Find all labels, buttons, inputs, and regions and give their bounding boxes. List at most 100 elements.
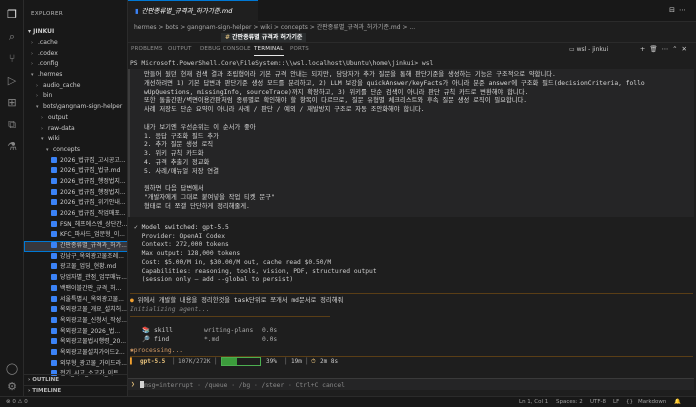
tree-item-label: bots\gangnam-sign-helper <box>43 103 123 111</box>
tree-item-label: .hermes <box>38 71 63 79</box>
tree-folder[interactable]: › audio_cache <box>24 81 127 92</box>
tree-file[interactable]: 옥외광고물_신청서_작성... <box>24 316 127 327</box>
tree-file[interactable]: 옥외광고물법시행령_20... <box>24 337 127 348</box>
tree-item-label: 2026_법규집_법규.md <box>60 167 121 175</box>
more-actions-icon[interactable]: ⋯ <box>679 6 690 14</box>
tree-file[interactable]: 백팬이블간판_규격_허... <box>24 284 127 295</box>
line-ending[interactable]: LF <box>613 397 619 407</box>
panel-actions[interactable]: +🗑⋯⌃✕ <box>640 45 691 53</box>
tree-file[interactable]: 2026_법규집_위기안내... <box>24 198 127 209</box>
extensions-icon[interactable]: ⊞ <box>5 96 19 110</box>
terminal[interactable]: PS Microsoft.PowerShell.Core\FileSystem:… <box>128 57 696 396</box>
markdown-file-icon <box>51 316 57 323</box>
tree-file[interactable]: 2026_법규집_행정법지... <box>24 188 127 199</box>
tab-problems[interactable]: PROBLEMS <box>131 45 163 56</box>
tree-folder[interactable]: › .codex <box>24 49 127 60</box>
status-percent: 39% <box>266 358 277 365</box>
markdown-file-icon <box>51 263 57 270</box>
tree-file[interactable]: 서울특별시_옥외광고물... <box>24 295 127 306</box>
remote-icon[interactable]: ⧉ <box>5 118 19 132</box>
tree-folder[interactable]: › .cache <box>24 38 127 49</box>
tree-file[interactable]: KFC_파사드_업문형_이... <box>24 230 127 241</box>
tree-folder[interactable]: › .config <box>24 59 127 70</box>
tree-item-label: concepts <box>53 145 81 153</box>
tree-item-label: 2026_법규집_행정법지... <box>60 177 126 185</box>
tree-file[interactable]: 강남구_옥외광고물조례... <box>24 252 127 263</box>
message-line: 3. 위키 규칙 카드화 <box>144 150 204 158</box>
file-tree: › .cache › .codex › .config ▾ .hermes › audio_cac… <box>24 38 127 380</box>
markdown-file-icon <box>51 220 57 227</box>
maximize-icon[interactable]: ⌃ <box>672 45 681 53</box>
markdown-file-icon <box>51 327 57 334</box>
split-editor-icon[interactable]: ⊟ <box>669 6 679 14</box>
encoding[interactable]: UTF-8 <box>590 397 606 407</box>
settings-icon[interactable]: ⚙ <box>5 380 19 394</box>
search-icon[interactable]: ⌕ <box>5 30 19 44</box>
tree-folder[interactable]: › bin <box>24 91 127 102</box>
model-info-line: ✓ Model switched: gpt-5.5 <box>134 224 229 231</box>
run-debug-icon[interactable]: ▷ <box>5 74 19 88</box>
message-line: 또한 돌출간판/벽면이용간판처럼 종류별로 확인해야 할 항목이 다르므로, 질… <box>144 97 528 105</box>
problems-count[interactable]: ⊗ 0 ⚠ 0 <box>6 397 28 407</box>
tree-folder[interactable]: ▾ concepts <box>24 145 127 156</box>
cursor-position[interactable]: Ln 1, Col 1 <box>519 397 548 407</box>
indentation[interactable]: Spaces: 2 <box>556 397 583 407</box>
tree-file[interactable]: 광고물_업딩_현황.md <box>24 262 127 273</box>
source-control-icon[interactable]: ⑂ <box>5 52 19 66</box>
tree-file[interactable]: 옥외광고물설치가이드2... <box>24 348 127 359</box>
files-icon[interactable]: ❐ <box>5 8 19 22</box>
tab-output[interactable]: OUTPUT <box>168 45 192 56</box>
tree-file[interactable]: 간판종류별_규격과_허가... <box>24 241 127 252</box>
tree-file[interactable]: 2026_법규집_고시공고... <box>24 156 127 167</box>
status-bar: ⊗ 0 ⚠ 0 Ln 1, Col 1 Spaces: 2 UTF-8 LF {… <box>0 396 696 407</box>
close-icon[interactable]: ✕ <box>682 45 691 53</box>
outline-section[interactable]: › OUTLINE <box>24 374 127 385</box>
tree-file[interactable]: 옥외광고물_개요_설치허... <box>24 305 127 316</box>
chevron-down-icon: ▾ <box>28 28 32 35</box>
tab-ports[interactable]: PORTS <box>290 45 309 56</box>
tool-icon: 🔎 <box>142 336 150 343</box>
trash-icon[interactable]: 🗑 <box>649 45 661 53</box>
tree-item-label: 2026_법규집_행정법지... <box>60 188 126 196</box>
status-duration: 2m 8s <box>320 358 339 365</box>
tab-debug-console[interactable]: DEBUG CONSOLE <box>200 45 251 56</box>
message-input[interactable]: ❯ msg=interrupt · /queue · /bg · /steer … <box>128 378 694 390</box>
tree-file[interactable]: 2026_법규집_작업매포... <box>24 209 127 220</box>
message-line: wUpQuestions, missingInfo, sourceTrace)까… <box>144 88 529 96</box>
timeline-section[interactable]: › TIMELINE <box>24 385 127 396</box>
chevron-down-icon: ▾ <box>41 136 44 143</box>
testing-icon[interactable]: ⚗ <box>5 140 19 154</box>
tree-folder[interactable]: › raw-data <box>24 124 127 135</box>
tree-folder[interactable]: ▾ wiki <box>24 134 127 145</box>
language-mode[interactable]: Markdown <box>638 397 666 407</box>
breadcrumb[interactable]: hermes > bots > gangnam-sign-helper > wi… <box>128 22 696 34</box>
tree-file[interactable]: 당업자별_관점_업무매뉴... <box>24 273 127 284</box>
terminal-prompt-line: PS Microsoft.PowerShell.Core\FileSystem:… <box>130 60 434 67</box>
tab-terminal[interactable]: TERMINAL <box>254 45 284 56</box>
tree-folder[interactable]: ▾ bots\gangnam-sign-helper <box>24 102 127 113</box>
workspace-root[interactable]: ▾ JINKUI <box>24 26 127 38</box>
terminal-instance[interactable]: ▭ wsl - jinkui <box>569 45 608 55</box>
account-icon[interactable]: ◯ <box>5 362 19 376</box>
tree-folder[interactable]: ▾ .hermes <box>24 70 127 81</box>
message-line: 5. 사례/매뉴얼 저장 연결 <box>144 167 219 175</box>
model-info-line: Context: 272,000 tokens <box>134 241 229 249</box>
tree-file[interactable]: 외부형_광고물_가이드라... <box>24 359 127 370</box>
tree-file[interactable]: 2026_법규집_법규.md <box>24 166 127 177</box>
input-field[interactable]: msg=interrupt · /queue · /bg · /steer · … <box>140 381 345 390</box>
editor-tab-label: 간판종류별_규격과_허가기준.md <box>141 7 233 15</box>
more-actions-icon[interactable]: ⋯ <box>662 45 673 53</box>
tree-item-label: 강남구_옥외광고물조례... <box>60 252 124 260</box>
tree-item-label: output <box>48 113 68 121</box>
chevron-down-icon: ▾ <box>31 72 34 79</box>
tree-file[interactable]: FSN_헤프에스엔_상단간... <box>24 220 127 231</box>
tree-folder[interactable]: › output <box>24 113 127 124</box>
tree-item-label: 2026_법규집_고시공고... <box>60 156 126 164</box>
tree-file[interactable]: 2026_법규집_행정법지... <box>24 177 127 188</box>
workspace-root-label: JINKUI <box>33 28 55 35</box>
editor-tab[interactable]: ▮ 간판종류별_규격과_허가기준.md <box>128 0 258 22</box>
bell-icon[interactable]: 🔔 <box>674 397 681 407</box>
editor-actions[interactable]: ⊟⋯ <box>669 6 690 14</box>
tree-file[interactable]: 옥외광고물_2026_법... <box>24 327 127 338</box>
add-terminal-icon[interactable]: + <box>640 45 649 53</box>
